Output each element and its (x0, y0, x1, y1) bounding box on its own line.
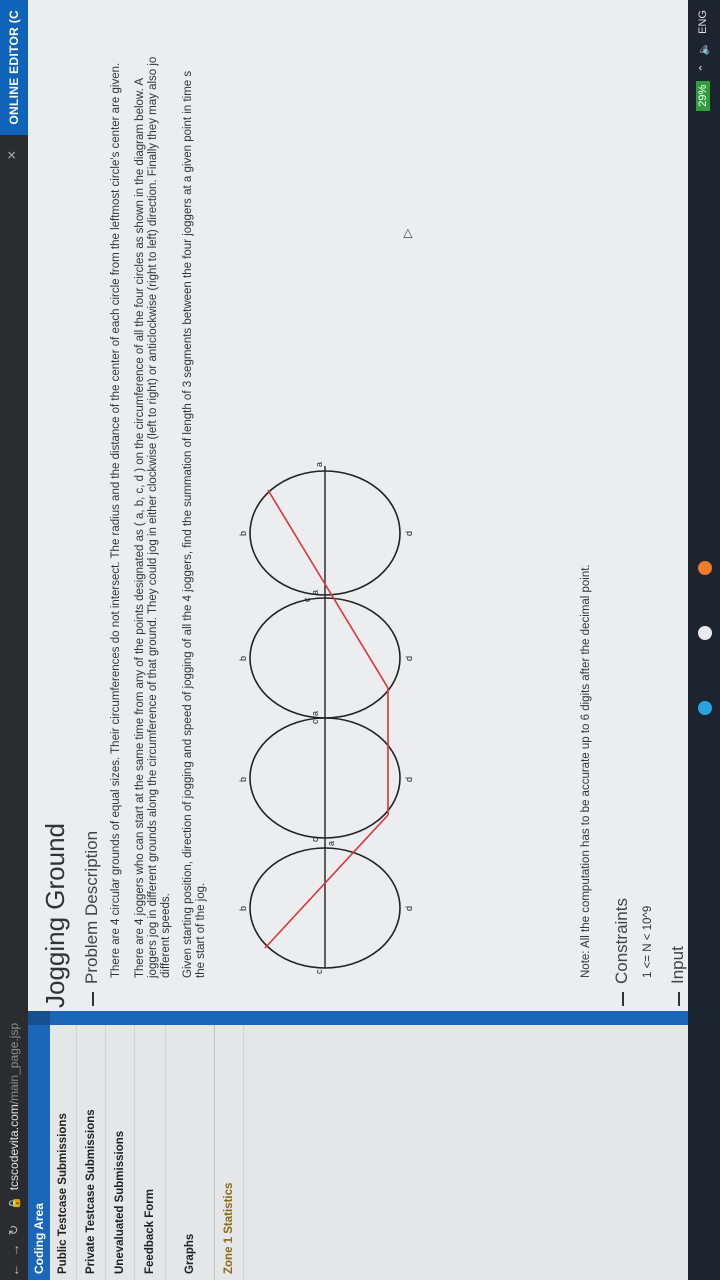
label-a-4: a (314, 462, 324, 467)
online-editor-button[interactable]: ONLINE EDITOR (C (0, 0, 28, 135)
battery-indicator[interactable]: 29% (696, 80, 710, 111)
problem-panel: Jogging Ground Problem Description There… (30, 0, 720, 1008)
sidebar-item-unevaluated[interactable]: Unevaluated Submissions (106, 1025, 135, 1280)
url-domain: tcscodevita.com (7, 1104, 21, 1191)
lock-icon: 🔒 (8, 1196, 21, 1210)
constraint-1: 1 <= N < 10^9 (642, 905, 654, 978)
url-path: /main_page.jsp (7, 1022, 21, 1105)
app-icon[interactable] (698, 626, 712, 640)
input-heading-text: Input (668, 946, 687, 984)
paragraph-3-line-1: Given starting position, direction of jo… (182, 70, 194, 978)
label-c-3: c (310, 719, 320, 724)
label-c-1: c (314, 969, 324, 974)
sidebar-item-zone-stats[interactable]: Zone 1 Statistics (215, 1025, 244, 1280)
sidebar-strip (28, 1011, 720, 1025)
sidebar: Coding Area Public Testcase Submissions … (28, 1025, 720, 1280)
paragraph-2-line-2: joggers jog in different grounds along t… (147, 56, 159, 978)
paragraph-2-line-3: different speeds. (160, 893, 172, 978)
label-c-2: c (310, 837, 320, 842)
label-d-4: d (404, 531, 414, 536)
page-title: Jogging Ground (40, 822, 70, 1008)
sidebar-item-graphs[interactable]: Graphs (166, 1025, 215, 1280)
paragraph-2-line-1: There are 4 joggers who can start at the… (134, 77, 146, 978)
sidebar-header[interactable]: Coding Area (28, 1025, 50, 1280)
collapse-icon (621, 992, 624, 1006)
app-icon[interactable] (698, 561, 712, 575)
close-icon[interactable]: ✕ (5, 150, 19, 160)
address-bar[interactable]: tcscodevita.com/main_page.jsp (7, 1023, 21, 1190)
back-icon[interactable]: ← (7, 1260, 22, 1280)
label-c-4: c (302, 597, 312, 602)
label-b-3: b (238, 656, 248, 661)
sidebar-item-feedback[interactable]: Feedback Form (135, 1025, 166, 1280)
sidebar-item-public-submissions[interactable]: Public Testcase Submissions (50, 1025, 77, 1280)
description-heading[interactable]: Problem Description (82, 831, 102, 1006)
forward-icon[interactable]: → (7, 1240, 22, 1260)
label-b-2: b (238, 777, 248, 782)
segment-3 (267, 489, 389, 689)
language-indicator[interactable]: ENG (697, 10, 709, 34)
label-a-1: a (326, 841, 336, 846)
segment-1 (264, 814, 389, 949)
label-a-2: a (310, 711, 320, 716)
system-tray: 29% ⌃ 🔈 ENG (696, 10, 710, 111)
chevron-up-icon[interactable]: ⌃ (697, 64, 710, 73)
label-d-1: d (404, 906, 414, 911)
label-a-3: a (310, 590, 320, 595)
input-heading[interactable]: Input (668, 946, 688, 1006)
paragraph-1: There are 4 circular grounds of equal si… (110, 62, 122, 978)
paragraph-3: Given starting position, direction of jo… (182, 0, 208, 978)
screen: ← → ↻ 🔒 tcscodevita.com/main_page.jsp ✕ … (0, 0, 720, 1280)
constraints-heading-text: Constraints (612, 898, 631, 984)
app-icon[interactable] (698, 701, 712, 715)
description-heading-text: Problem Description (82, 830, 101, 984)
collapse-icon (677, 992, 680, 1006)
collapse-icon (91, 992, 94, 1006)
note: Note: All the computation has to be accu… (580, 564, 592, 978)
paragraph-3-line-2: the start of the jog. (195, 882, 207, 978)
label-d-2: d (404, 777, 414, 782)
reload-icon[interactable]: ↻ (6, 1220, 22, 1240)
browser-bar: ← → ↻ 🔒 tcscodevita.com/main_page.jsp ✕ … (0, 0, 28, 1280)
label-b-4: b (238, 531, 248, 536)
sidebar-item-private-submissions[interactable]: Private Testcase Submissions (77, 1025, 106, 1280)
speaker-icon[interactable]: 🔈 (697, 42, 710, 56)
jogging-diagram: c b a d c b a d c b a d c b a d (238, 462, 414, 974)
mouse-cursor-icon: ▷ (400, 228, 414, 238)
label-d-3: d (404, 656, 414, 661)
paragraph-2: There are 4 joggers who can start at the… (134, 0, 173, 978)
label-b-1: b (238, 906, 248, 911)
constraints-heading[interactable]: Constraints (612, 898, 632, 1006)
taskbar: 29% ⌃ 🔈 ENG (688, 0, 720, 1280)
